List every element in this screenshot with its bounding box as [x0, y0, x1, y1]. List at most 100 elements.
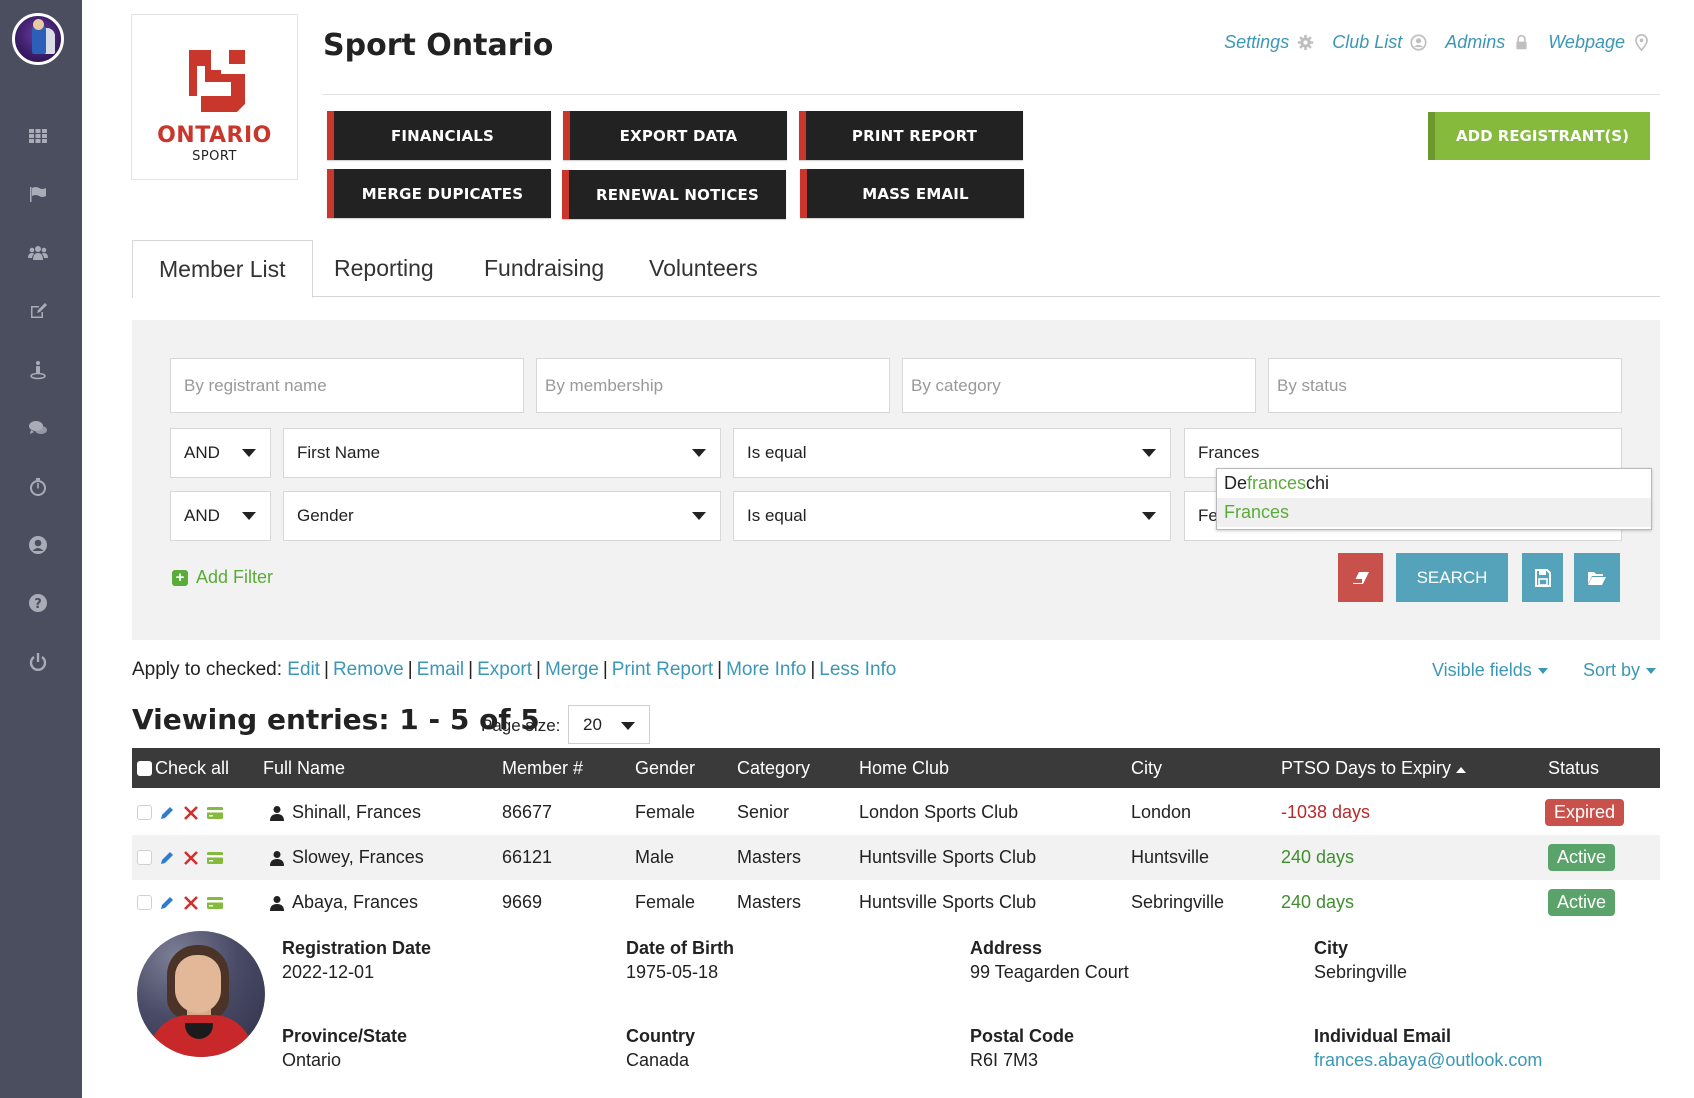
sort-by-dropdown[interactable]: Sort by	[1583, 660, 1657, 681]
bulk-more-info-link[interactable]: More Info	[726, 659, 806, 680]
column-header-days-to-expiry[interactable]: PTSO Days to Expiry	[1281, 748, 1467, 788]
visible-fields-dropdown[interactable]: Visible fields	[1432, 660, 1548, 681]
mass-email-button[interactable]: MASS EMAIL	[800, 169, 1024, 218]
city-cell: Sebringville	[1131, 892, 1225, 912]
autocomplete-option[interactable]: De frances chi	[1217, 469, 1651, 498]
table-row: Abaya, Frances 9669 Female Masters Hunts…	[132, 880, 1660, 925]
detail-value: 2022-12-01	[282, 962, 375, 982]
bulk-edit-link[interactable]: Edit	[287, 659, 320, 680]
filter-2-operator-value: Is equal	[747, 506, 807, 525]
settings-link[interactable]: Settings	[1224, 32, 1314, 53]
payment-row-button[interactable]	[206, 894, 224, 912]
detail-label: Registration Date	[282, 938, 432, 958]
bulk-print-report-link[interactable]: Print Report	[612, 659, 713, 680]
save-filter-button[interactable]	[1522, 553, 1563, 602]
bulk-email-link[interactable]: Email	[417, 659, 465, 680]
sidebar-item-dashboard[interactable]	[25, 123, 51, 149]
bulk-merge-link[interactable]: Merge	[545, 659, 599, 680]
pencil-icon	[161, 896, 173, 909]
add-filter-link[interactable]: + Add Filter	[172, 567, 273, 588]
option-match: frances	[1247, 473, 1307, 493]
edit-row-button[interactable]	[158, 894, 176, 912]
edit-row-button[interactable]	[158, 804, 176, 822]
sidebar-item-profile[interactable]	[25, 532, 51, 558]
column-header-member[interactable]: Member #	[502, 748, 583, 788]
merge-duplicates-button[interactable]: MERGE DUPICATES	[327, 169, 551, 218]
home-club-cell: Huntsville Sports Club	[859, 892, 1037, 912]
row-checkbox[interactable]	[137, 805, 152, 820]
admins-link[interactable]: Admins	[1445, 32, 1530, 53]
logo-text-ontario: ONTARIO	[157, 123, 272, 148]
bulk-remove-link[interactable]: Remove	[333, 659, 404, 680]
days-to-expiry-cell: 240 days	[1281, 847, 1355, 867]
member-name-link[interactable]: Abaya, Frances	[269, 880, 418, 925]
payment-row-button[interactable]	[206, 849, 224, 867]
status-search-input[interactable]: By status	[1268, 358, 1622, 413]
header-divider	[322, 94, 1660, 95]
search-button[interactable]: SEARCH	[1396, 553, 1508, 602]
email-link[interactable]: frances.abaya@outlook.com	[1314, 1050, 1542, 1071]
delete-row-button[interactable]	[182, 804, 200, 822]
tab-volunteers[interactable]: Volunteers	[649, 240, 758, 297]
column-header-city[interactable]: City	[1131, 748, 1162, 788]
column-header-gender[interactable]: Gender	[635, 748, 695, 788]
member-name-link[interactable]: Shinall, Frances	[269, 790, 421, 835]
load-filter-button[interactable]	[1574, 553, 1620, 602]
registrant-name-search-input[interactable]: By registrant name	[170, 358, 524, 413]
sidebar-item-logout[interactable]	[25, 649, 51, 675]
autocomplete-option[interactable]: Frances	[1217, 498, 1651, 527]
filter-2-logic-select[interactable]: AND	[170, 491, 271, 541]
eraser-icon	[1352, 571, 1369, 584]
column-header-full-name[interactable]: Full Name	[263, 748, 345, 788]
row-checkbox[interactable]	[137, 850, 152, 865]
filter-2-field-select[interactable]: Gender	[283, 491, 721, 541]
export-data-button[interactable]: EXPORT DATA	[563, 111, 787, 160]
sidebar-item-messages[interactable]	[25, 415, 51, 441]
filter-1-field-select[interactable]: First Name	[283, 428, 721, 478]
check-all-checkbox[interactable]: Check all	[137, 748, 229, 788]
row-checkbox[interactable]	[137, 895, 152, 910]
financials-button[interactable]: FINANCIALS	[327, 111, 551, 160]
column-header-home-club[interactable]: Home Club	[859, 748, 949, 788]
webpage-link[interactable]: Webpage	[1548, 32, 1650, 53]
tab-reporting[interactable]: Reporting	[334, 240, 434, 297]
map-pin-icon	[1635, 34, 1648, 51]
sidebar-item-flag[interactable]	[25, 181, 51, 207]
users-icon	[28, 246, 48, 260]
member-photo	[137, 931, 265, 1057]
tab-member-list[interactable]: Member List	[132, 240, 313, 298]
sidebar-item-locations[interactable]	[25, 357, 51, 383]
membership-search-input[interactable]: By membership	[536, 358, 890, 413]
delete-row-button[interactable]	[182, 849, 200, 867]
club-list-link[interactable]: Club List	[1332, 32, 1427, 53]
tab-fundraising[interactable]: Fundraising	[484, 240, 604, 297]
edit-row-button[interactable]	[158, 849, 176, 867]
filter-2-operator-select[interactable]: Is equal	[733, 491, 1171, 541]
user-circle-icon	[1410, 34, 1427, 51]
column-header-status[interactable]: Status	[1548, 748, 1599, 788]
user-avatar[interactable]	[12, 13, 64, 65]
category-search-input[interactable]: By category	[902, 358, 1256, 413]
main-tabs: Member List Reporting Fundraising Volunt…	[132, 240, 1660, 298]
bulk-export-link[interactable]: Export	[477, 659, 532, 680]
detail-value: Sebringville	[1314, 962, 1408, 982]
column-header-category[interactable]: Category	[737, 748, 810, 788]
detail-country: Country Canada	[626, 1026, 695, 1071]
payment-row-button[interactable]	[206, 804, 224, 822]
sidebar-item-help[interactable]: ?	[25, 590, 51, 616]
filter-2-logic-value: AND	[184, 506, 220, 525]
add-registrants-button[interactable]: ADD REGISTRANT(S)	[1428, 112, 1650, 160]
clear-filters-button[interactable]	[1338, 553, 1383, 602]
sidebar-item-members[interactable]	[25, 240, 51, 266]
sidebar-item-registrations[interactable]	[25, 298, 51, 324]
filter-1-logic-select[interactable]: AND	[170, 428, 271, 478]
sidebar-item-timer[interactable]	[25, 474, 51, 500]
print-report-button[interactable]: PRINT REPORT	[799, 111, 1023, 160]
avatar-head	[33, 19, 44, 30]
renewal-notices-button[interactable]: RENEWAL NOTICES	[562, 170, 786, 219]
page-size-select[interactable]: 20	[568, 705, 650, 744]
member-name-link[interactable]: Slowey, Frances	[269, 835, 424, 880]
delete-row-button[interactable]	[182, 894, 200, 912]
bulk-less-info-link[interactable]: Less Info	[819, 659, 896, 680]
filter-1-operator-select[interactable]: Is equal	[733, 428, 1171, 478]
